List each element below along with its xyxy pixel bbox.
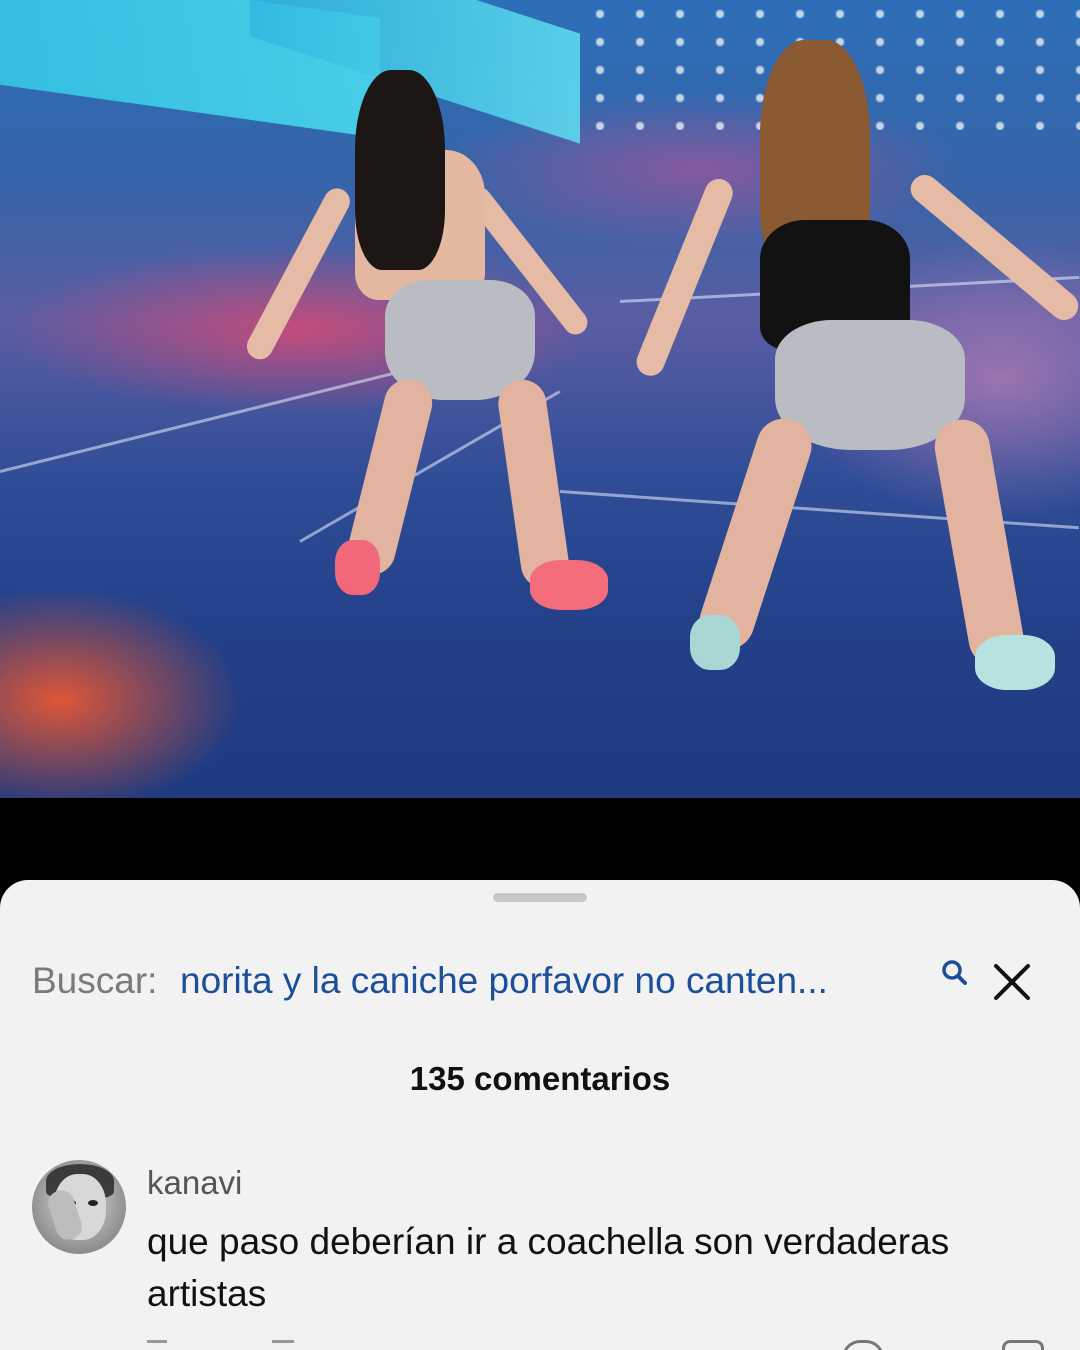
- dancer-right: [620, 40, 1080, 700]
- comment-username[interactable]: kanavi: [147, 1164, 242, 1202]
- comment-item: kanavi que paso deberían ir a coachella …: [0, 1160, 1080, 1350]
- reply-icon[interactable]: [1002, 1340, 1044, 1350]
- comments-sheet: Buscar: norita y la caniche porfavor no …: [0, 880, 1080, 1350]
- close-icon[interactable]: [990, 960, 1034, 1004]
- search-icon[interactable]: [940, 958, 970, 988]
- search-suggestion[interactable]: Buscar: norita y la caniche porfavor no …: [32, 952, 1048, 1012]
- dancer-left: [242, 70, 620, 630]
- comment-text: que paso deberían ir a coachella son ver…: [147, 1221, 950, 1314]
- drag-handle[interactable]: [493, 893, 587, 902]
- comment-actions-row: [147, 1340, 1047, 1350]
- video-player[interactable]: [0, 0, 1080, 800]
- search-query-link[interactable]: norita y la caniche porfavor no canten..…: [180, 960, 908, 1002]
- avatar[interactable]: [32, 1160, 126, 1254]
- search-prefix-label: Buscar:: [32, 960, 158, 1001]
- like-icon[interactable]: [842, 1340, 884, 1350]
- comments-count: 135 comentarios: [409, 1060, 671, 1097]
